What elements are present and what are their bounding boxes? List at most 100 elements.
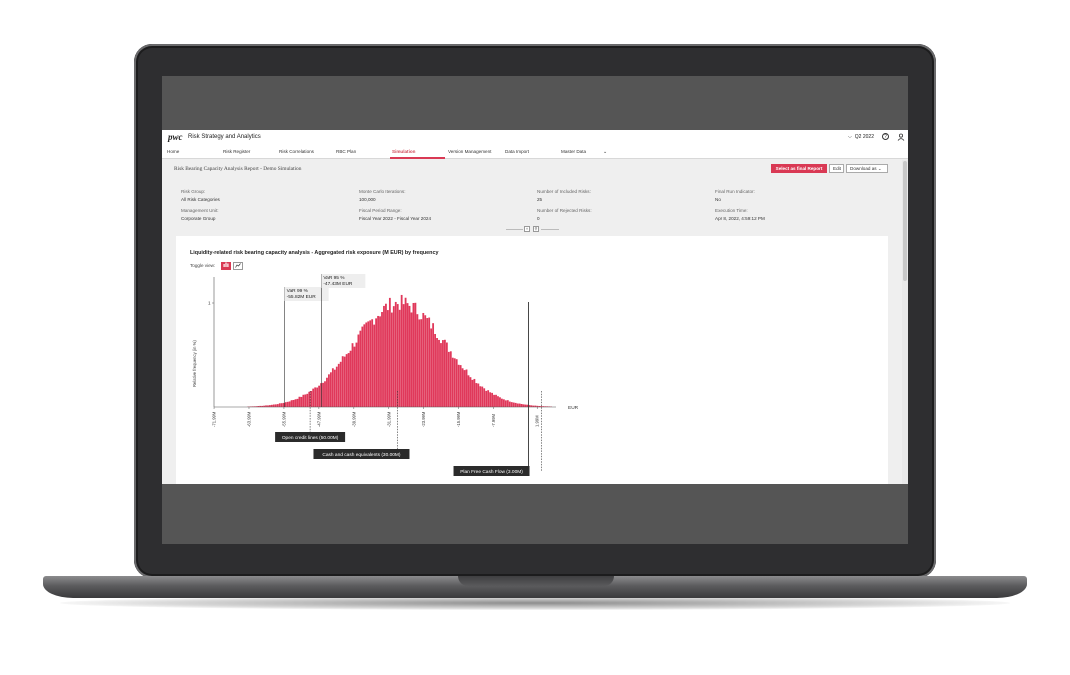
histogram-bar xyxy=(414,302,417,407)
histogram-bars xyxy=(247,294,552,407)
histogram-bar xyxy=(373,324,376,407)
select-final-report-button[interactable]: Select as final Report xyxy=(771,164,827,173)
histogram-bar xyxy=(386,310,389,407)
histogram-bar xyxy=(457,364,460,407)
tab-data-import[interactable]: Data Import xyxy=(505,149,529,154)
histogram-bar xyxy=(398,309,401,407)
report-title: Risk Bearing Capacity Analysis Report - … xyxy=(174,166,302,172)
histogram-bar xyxy=(375,318,378,407)
x-tick-label: -63.99M xyxy=(246,411,251,427)
histogram-bar xyxy=(434,333,436,407)
edit-button[interactable]: Edit xyxy=(829,164,844,173)
pin-header-button[interactable]: ⚲ xyxy=(533,226,539,232)
histogram-bar xyxy=(383,305,385,407)
chart-card: Liquidity-related risk bearing capacity … xyxy=(176,236,888,484)
histogram-bar xyxy=(522,404,525,407)
histogram-chart: EUR Relative frequency (in %) 1 -71.99M -63.… xyxy=(192,274,579,476)
histogram-bar xyxy=(520,404,523,407)
period-selector[interactable]: ⌵ Q2 2022 xyxy=(848,134,874,140)
histogram-bar xyxy=(310,390,313,407)
histogram-bar xyxy=(445,342,448,407)
histogram-bar xyxy=(274,404,277,407)
histogram-bar xyxy=(326,377,328,407)
histogram-bar xyxy=(418,319,421,407)
risk-group-value: All Risk Categories xyxy=(181,197,220,202)
histogram-bar xyxy=(329,372,332,407)
user-icon[interactable] xyxy=(897,133,905,141)
histogram-bar xyxy=(345,354,348,407)
histogram-bar xyxy=(357,334,360,407)
risk-group-label: Risk Group: xyxy=(181,189,206,194)
histogram-bar xyxy=(465,369,468,407)
histogram-bar xyxy=(271,404,273,407)
x-tick-label: -31.99M xyxy=(386,411,391,427)
chevron-down-icon: ⌵ xyxy=(848,134,852,140)
histogram-bar xyxy=(331,368,334,407)
x-tick-label: 1.99M xyxy=(535,415,540,427)
var-value: -47.43M EUR xyxy=(323,281,353,287)
tab-home[interactable]: Home xyxy=(167,149,179,154)
histogram-bar xyxy=(314,387,317,407)
monte-carlo-value: 100,000 xyxy=(359,197,376,202)
divider xyxy=(506,229,523,230)
histogram-bar xyxy=(489,392,492,407)
histogram-bar xyxy=(447,351,450,407)
histogram-bar xyxy=(288,401,291,407)
histogram-bar xyxy=(333,369,336,407)
histogram-bar xyxy=(379,316,381,407)
rejected-risks-value: 0 xyxy=(537,216,540,221)
histogram-bar xyxy=(428,317,431,407)
tab-risk-correlations[interactable]: Risk Correlations xyxy=(279,149,314,154)
help-icon[interactable]: ? xyxy=(882,133,889,140)
pwc-logo: pwc xyxy=(168,132,183,142)
scrollbar-thumb[interactable] xyxy=(903,161,907,281)
histogram-bar xyxy=(475,383,478,407)
x-tick-label: -71.99M xyxy=(212,411,217,427)
histogram-bar xyxy=(422,312,425,407)
histogram-bar xyxy=(514,402,517,407)
download-as-button[interactable]: Download as ⌄ xyxy=(846,164,888,173)
histogram-bar xyxy=(432,323,435,407)
x-tick-label: -47.99M xyxy=(316,411,321,427)
collapse-header-button[interactable]: ˄ xyxy=(524,226,530,232)
histogram-bar xyxy=(363,324,366,407)
tab-master-data[interactable]: Master Data xyxy=(561,149,586,154)
histogram-bar xyxy=(455,359,458,407)
histogram-bar xyxy=(501,398,503,407)
histogram-bar xyxy=(443,339,446,407)
final-run-value: No xyxy=(715,197,721,202)
nav-more-icon[interactable]: ⌄ xyxy=(603,149,607,155)
histogram-bar xyxy=(463,370,466,407)
histogram-bar xyxy=(518,403,521,407)
histogram-bar xyxy=(416,314,419,407)
histogram-bar xyxy=(410,312,413,407)
app-screen: pwc Risk Strategy and Analytics ⌵ Q2 2022… xyxy=(162,130,908,484)
tab-rbc-plan[interactable]: RBC Plan xyxy=(336,149,356,154)
histogram-bar xyxy=(324,381,326,407)
histogram-bar xyxy=(294,399,297,407)
histogram-bar xyxy=(367,321,370,407)
chevron-down-icon: ⌄ xyxy=(877,166,882,171)
reference-label: Plan Free Cash Flow (3.00M) xyxy=(460,469,523,475)
histogram-bar xyxy=(292,399,295,407)
histogram-bar xyxy=(473,378,476,407)
histogram-bar xyxy=(328,374,330,407)
histogram-bar xyxy=(351,343,354,407)
histogram-bar xyxy=(400,294,403,407)
histogram-bar xyxy=(272,404,275,407)
laptop-notch xyxy=(458,576,614,586)
histogram-bar xyxy=(371,319,374,407)
tab-simulation[interactable]: Simulation xyxy=(392,149,415,154)
histogram-bar xyxy=(385,303,387,407)
x-tick-label: -15.99M xyxy=(456,411,461,427)
histogram-bar xyxy=(296,398,299,407)
tab-risk-register[interactable]: Risk Register xyxy=(223,149,250,154)
histogram-bar xyxy=(412,302,415,407)
histogram-bar xyxy=(312,388,315,407)
histogram-bar xyxy=(390,312,393,407)
histogram-bar xyxy=(512,402,515,407)
tab-version-management[interactable]: Version Management xyxy=(448,149,491,154)
histogram-bar xyxy=(497,396,499,407)
histogram-bar xyxy=(355,342,358,407)
histogram-bar xyxy=(499,397,501,407)
